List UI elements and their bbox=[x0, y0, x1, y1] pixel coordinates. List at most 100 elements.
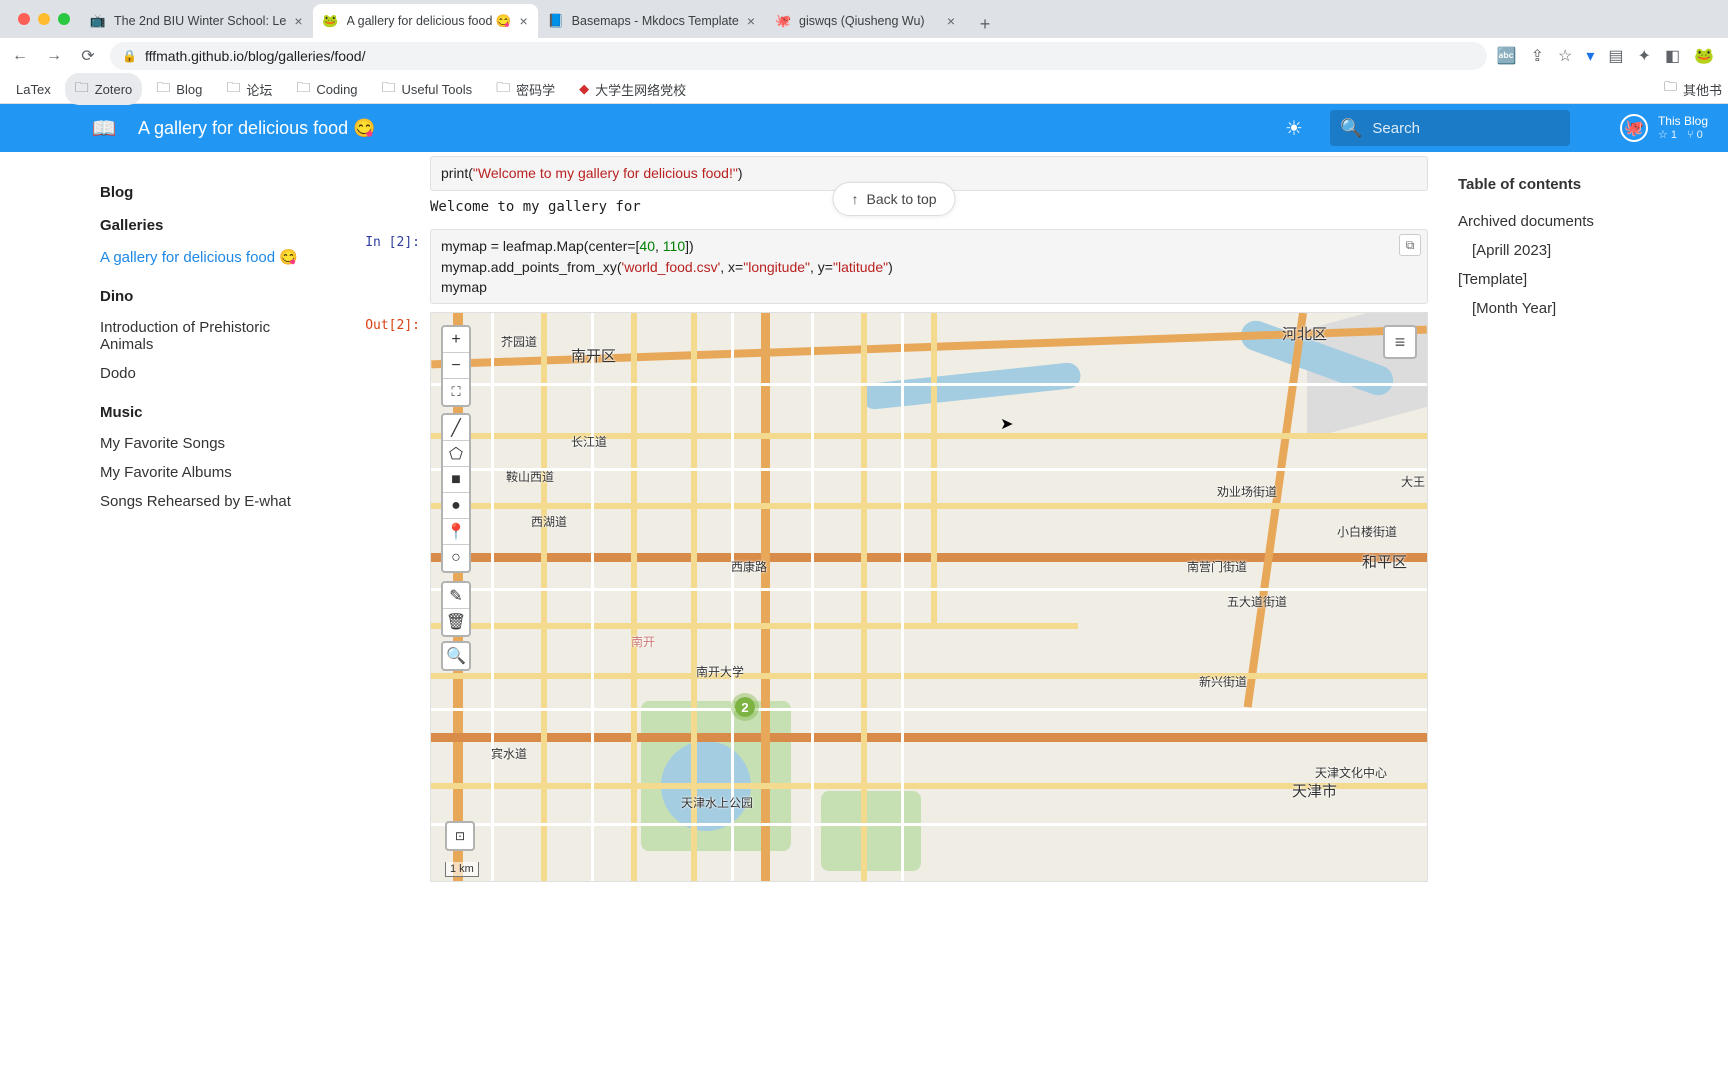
extensions-puzzle-icon[interactable]: ✦ bbox=[1638, 46, 1651, 66]
browser-tab[interactable]: 📘 Basemaps - Mkdocs Template × bbox=[538, 4, 765, 38]
url-text: fffmath.github.io/blog/galleries/food/ bbox=[145, 48, 366, 64]
site-logo-icon[interactable]: 📖 bbox=[90, 114, 118, 142]
layers-button[interactable]: ≡ bbox=[1383, 325, 1417, 359]
draw-polygon-button[interactable]: ⬠ bbox=[443, 441, 469, 467]
sidebar-right: Table of contents Archived documents [Ap… bbox=[1448, 152, 1728, 1080]
nav-item-active[interactable]: A gallery for delicious food 😋 bbox=[100, 242, 316, 272]
cluster-marker[interactable]: 2 bbox=[731, 693, 759, 721]
folder-icon: 🗀 bbox=[75, 77, 89, 101]
map-label: 南开大学 bbox=[696, 663, 744, 680]
tab-close-icon[interactable]: × bbox=[947, 13, 955, 29]
nav-item[interactable]: Introduction of Prehistoric Animals bbox=[100, 313, 316, 359]
copy-button[interactable]: ⧉ bbox=[1399, 234, 1421, 256]
browser-tab[interactable]: 📺 The 2nd BIU Winter School: Le × bbox=[80, 4, 313, 38]
site-header: 📖 A gallery for delicious food 😋 ☀ 🔍 🐙 T… bbox=[0, 104, 1728, 152]
draw-toolbar: ╱ ⬠ ■ ● 📍 ○ bbox=[441, 413, 471, 573]
delete-button[interactable]: 🗑 bbox=[443, 609, 469, 635]
search-control: 🔍 bbox=[441, 641, 471, 671]
bookmark-item[interactable]: 🗀Zotero bbox=[65, 73, 143, 105]
code-cell: In [2]: ⧉ mymap = leafmap.Map(center=[40… bbox=[360, 229, 1428, 304]
new-tab-button[interactable]: + bbox=[971, 10, 999, 38]
search-input[interactable] bbox=[1372, 120, 1560, 137]
zoom-in-button[interactable]: + bbox=[443, 327, 469, 353]
tab-close-icon[interactable]: × bbox=[747, 13, 755, 29]
minimize-window-button[interactable] bbox=[38, 13, 50, 25]
bookmark-item[interactable]: 🗀Coding bbox=[286, 73, 367, 105]
map-label: 五大道街道 bbox=[1227, 593, 1287, 610]
copy-icon: ⧉ bbox=[1406, 237, 1415, 254]
cell-prompt-in: In [2]: bbox=[360, 229, 430, 304]
toc-item[interactable]: [Template] bbox=[1458, 265, 1704, 294]
draw-marker-button[interactable]: 📍 bbox=[443, 519, 469, 545]
maximize-window-button[interactable] bbox=[58, 13, 70, 25]
map-output-cell: Out[2]: bbox=[360, 312, 1428, 882]
repo-link[interactable]: 🐙 This Blog ☆ 1 ⑂ 0 bbox=[1620, 114, 1708, 142]
nav-section-title: Blog bbox=[100, 184, 316, 201]
repo-name: This Blog bbox=[1658, 114, 1708, 128]
toc-item[interactable]: Archived documents bbox=[1458, 207, 1704, 236]
bookmark-item[interactable]: ◆大学生网络党校 bbox=[569, 76, 696, 103]
code-line: print("Welcome to my gallery for delicio… bbox=[441, 165, 742, 181]
mouse-cursor-icon: ➤ bbox=[1000, 414, 1013, 434]
close-window-button[interactable] bbox=[18, 13, 30, 25]
nav-item[interactable]: Dodo bbox=[100, 359, 316, 388]
toc-subitem[interactable]: [Month Year] bbox=[1458, 294, 1704, 323]
map-label: 小白楼街道 bbox=[1337, 523, 1397, 540]
tab-close-icon[interactable]: × bbox=[294, 13, 302, 29]
theme-toggle-icon[interactable]: ☀ bbox=[1278, 112, 1310, 144]
map-label: 南开区 bbox=[571, 345, 616, 366]
cell-prompt-in bbox=[360, 156, 430, 191]
bookmark-item[interactable]: 🗀Useful Tools bbox=[372, 73, 483, 105]
attribution-button[interactable]: ⊡ bbox=[447, 823, 473, 849]
reload-button[interactable]: ⟳ bbox=[76, 44, 100, 68]
map-search-button[interactable]: 🔍 bbox=[443, 643, 469, 669]
map-label: 长江道 bbox=[571, 433, 607, 450]
favicon-icon: 🐸 bbox=[323, 13, 339, 29]
forward-button[interactable]: → bbox=[42, 44, 66, 68]
draw-circlemarker-button[interactable]: ○ bbox=[443, 545, 469, 571]
draw-circle-button[interactable]: ● bbox=[443, 493, 469, 519]
bookmark-item[interactable]: LaTex bbox=[6, 78, 61, 101]
code-box[interactable]: ⧉ mymap = leafmap.Map(center=[40, 110]) … bbox=[430, 229, 1428, 304]
fullscreen-button[interactable]: ⛶ bbox=[443, 379, 469, 405]
search-box[interactable]: 🔍 bbox=[1330, 110, 1570, 146]
browser-tab[interactable]: 🐙 giswqs (Qiusheng Wu) × bbox=[765, 4, 965, 38]
map-label: 劝业场街道 bbox=[1217, 483, 1277, 500]
nav-item[interactable]: Songs Rehearsed by E-what bbox=[100, 487, 316, 516]
edit-button[interactable]: ✎ bbox=[443, 583, 469, 609]
favicon-icon: 🐙 bbox=[775, 13, 791, 29]
bookmark-item[interactable]: 🗀论坛 bbox=[216, 73, 282, 105]
leaflet-map[interactable]: 2 河北区 南开区 长江道 西湖道 南开 南开大学 天津水上公园 天津市 天津文… bbox=[430, 312, 1428, 882]
bookmark-overflow[interactable]: 🗀其他书 bbox=[1664, 78, 1722, 100]
github-icon: 🐙 bbox=[1620, 114, 1648, 142]
reader-icon[interactable]: ▤ bbox=[1608, 46, 1623, 66]
code-line: mymap bbox=[441, 277, 1417, 297]
browser-tab-active[interactable]: 🐸 A gallery for delicious food 😋 × bbox=[313, 4, 538, 38]
toc-subitem[interactable]: [Aprill 2023] bbox=[1458, 236, 1704, 265]
back-button[interactable]: ← bbox=[8, 44, 32, 68]
draw-line-button[interactable]: ╱ bbox=[443, 415, 469, 441]
bookmark-item[interactable]: 🗀密码学 bbox=[486, 73, 565, 105]
share-icon[interactable]: ⇪ bbox=[1531, 46, 1544, 66]
repo-forks: ⑂ 0 bbox=[1687, 129, 1703, 142]
sidepanel-icon[interactable]: ◧ bbox=[1665, 46, 1680, 66]
bookmark-item[interactable]: 🗀Blog bbox=[146, 73, 212, 105]
draw-rect-button[interactable]: ■ bbox=[443, 467, 469, 493]
window-controls bbox=[8, 0, 80, 38]
code-line: mymap = leafmap.Map(center=[40, 110]) bbox=[441, 236, 1417, 256]
address-bar[interactable]: 🔒 fffmath.github.io/blog/galleries/food/ bbox=[110, 42, 1487, 70]
map-label: 南开 bbox=[631, 633, 655, 650]
code-line: mymap.add_points_from_xy('world_food.csv… bbox=[441, 257, 1417, 277]
nav-item[interactable]: My Favorite Songs bbox=[100, 429, 316, 458]
tab-close-icon[interactable]: × bbox=[519, 13, 527, 29]
zoom-out-button[interactable]: − bbox=[443, 353, 469, 379]
map-label: 和平区 bbox=[1362, 551, 1407, 572]
nav-group-label: Galleries bbox=[100, 217, 316, 234]
profile-icon[interactable]: 🐸 bbox=[1694, 46, 1714, 66]
back-to-top-button[interactable]: ↑ Back to top bbox=[832, 182, 955, 216]
translate-icon[interactable]: 🔤 bbox=[1497, 46, 1517, 66]
extension-icon[interactable]: ▾ bbox=[1586, 46, 1594, 66]
map-label: 天津文化中心 bbox=[1315, 764, 1387, 781]
bookmark-star-icon[interactable]: ☆ bbox=[1558, 46, 1572, 66]
nav-item[interactable]: My Favorite Albums bbox=[100, 458, 316, 487]
